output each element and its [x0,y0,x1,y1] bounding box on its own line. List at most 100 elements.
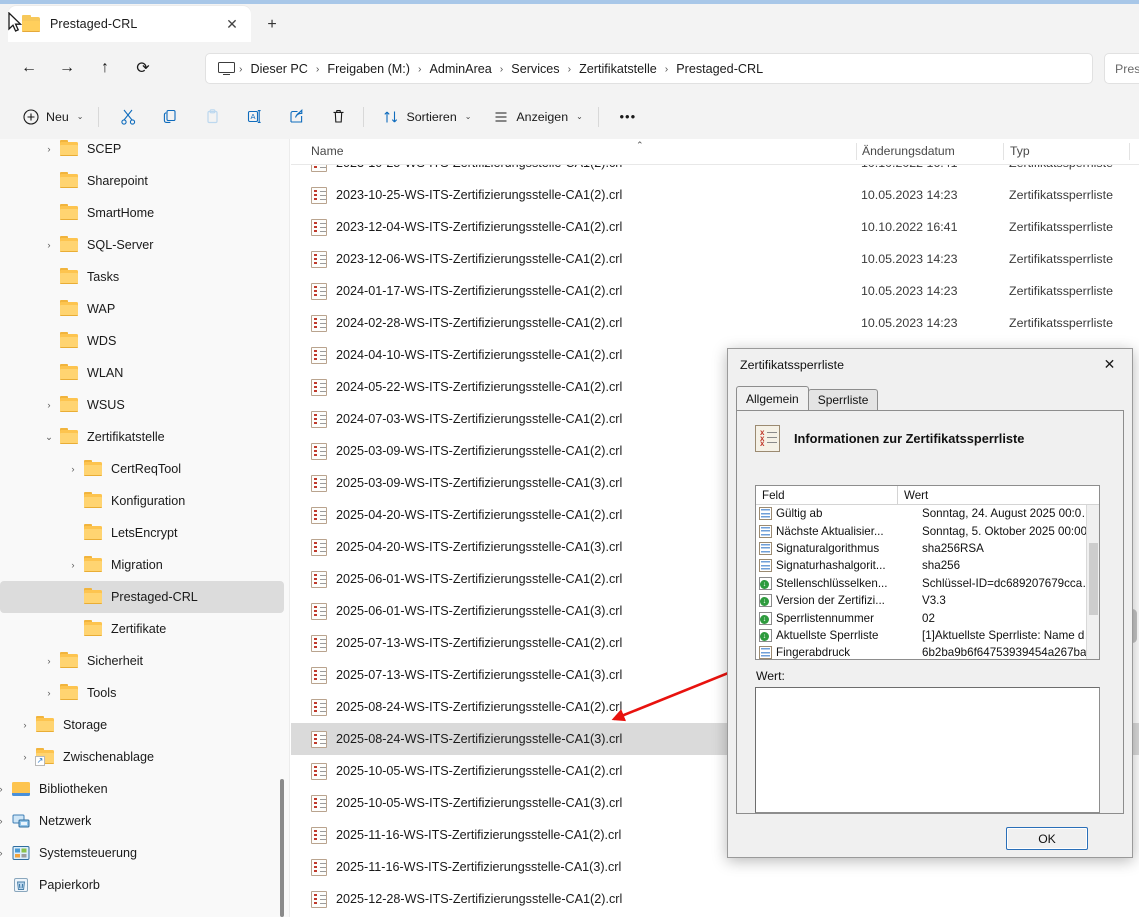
sidebar-item-zertifikate[interactable]: Zertifikate [0,613,284,645]
up-button[interactable]: ↑ [88,51,122,85]
grid-scrollbar[interactable] [1086,505,1099,659]
breadcrumb-item-freigaben[interactable]: Freigaben (M:) [320,59,417,79]
table-row[interactable]: 2024-02-28-WS-ITS-Zertifizierungsstelle-… [291,307,1139,339]
forward-button[interactable]: → [50,51,84,85]
refresh-button[interactable]: ⟳ [126,51,160,85]
dialog-body: Allgemein Sperrliste xxx Informationen z… [728,381,1132,857]
table-row[interactable]: 2023-10-25-WS-ITS-Zertifizierungsstelle-… [291,179,1139,211]
grid-value-cell: [1]Aktuellste Sperrliste: Name des ... [922,628,1099,642]
search-input[interactable]: Prest [1104,53,1139,84]
column-header-name[interactable]: Name [311,144,344,158]
grid-row[interactable]: Fingerabdruck 6b2ba9b6f64753939454a267baf… [756,644,1099,659]
grid-header-wert[interactable]: Wert [898,486,1099,504]
sidebar-item-migration[interactable]: › Migration [0,549,284,581]
grid-header-feld[interactable]: Feld [756,486,898,504]
crl-field-grid[interactable]: Feld Wert Gültig ab Sonntag, 24. August 2… [755,485,1100,660]
chevron-right-icon[interactable]: › [38,688,60,699]
chevron-right-icon[interactable]: › [0,816,12,827]
sidebar-item-wds[interactable]: WDS [0,325,284,357]
sidebar-item-systemsteuerung[interactable]: › Systemsteuerung [0,837,284,869]
sidebar-item-smarthome[interactable]: SmartHome [0,197,284,229]
close-icon[interactable]: ✕ [1087,349,1132,380]
sidebar-item-wsus[interactable]: › WSUS [0,389,284,421]
tab-allgemein[interactable]: Allgemein [736,386,809,410]
sidebar-item-storage[interactable]: › Storage [0,709,284,741]
more-options-button[interactable]: ••• [609,101,647,133]
sidebar-item-scep[interactable]: › SCEP [0,139,284,165]
sidebar-item-tools[interactable]: › Tools [0,677,284,709]
sidebar-item-zwischenablage[interactable]: › ↗ Zwischenablage [0,741,284,773]
sidebar-item-tasks[interactable]: Tasks [0,261,284,293]
sidebar-item-sql-server[interactable]: › SQL-Server [0,229,284,261]
column-divider[interactable] [1129,143,1130,160]
chevron-right-icon[interactable]: › [62,560,84,571]
navigation-pane[interactable]: › SCEP Sharepoint SmartHome › SQL-Server Tasks… [0,139,290,917]
value-textarea[interactable] [755,687,1100,813]
grid-row[interactable]: Signaturalgorithmus sha256RSA [756,540,1099,557]
copy-button[interactable] [151,101,189,133]
sidebar-item-netzwerk[interactable]: › Netzwerk [0,805,284,837]
column-divider[interactable] [1003,143,1004,160]
grid-row[interactable]: ↓ Version der Zertifizi... V3.3 [756,592,1099,609]
sidebar-item-wap[interactable]: WAP [0,293,284,325]
sort-button[interactable]: Sortieren ⌄ [374,101,480,133]
chevron-right-icon[interactable]: › [14,752,36,763]
view-button[interactable]: Anzeigen ⌄ [484,101,591,133]
breadcrumb-item-services[interactable]: Services [504,59,566,79]
sidebar-item-letsencrypt[interactable]: LetsEncrypt [0,517,284,549]
new-tab-button[interactable]: + [259,12,285,38]
column-divider[interactable] [856,143,857,160]
column-header-modified[interactable]: Änderungsdatum [862,144,955,158]
chevron-right-icon[interactable]: › [38,144,60,155]
back-button[interactable]: ← [12,51,46,85]
crl-properties-dialog[interactable]: Zertifikatssperrliste ✕ Allgemein Sperrl… [727,348,1133,858]
chevron-right-icon[interactable]: › [38,656,60,667]
grid-row[interactable]: ↓ Aktuellste Sperrliste [1]Aktuellste Sper… [756,627,1099,644]
cut-button[interactable] [109,101,147,133]
breadcrumb-item-adminarea[interactable]: AdminArea [422,59,498,79]
crl-icon: xxx [755,425,780,452]
chevron-down-icon[interactable]: ⌄ [38,432,60,443]
breadcrumb-item-prestaged-crl[interactable]: Prestaged-CRL [669,59,770,79]
table-row[interactable]: 2024-01-17-WS-ITS-Zertifizierungsstelle-… [291,275,1139,307]
delete-button[interactable] [319,101,357,133]
browser-tab-prestaged-crl[interactable]: Prestaged-CRL ✕ [8,6,251,42]
chevron-right-icon[interactable]: › [62,464,84,475]
column-header-type[interactable]: Typ [1010,144,1030,158]
grid-row[interactable]: ↓ Sperrlistennummer 02 [756,609,1099,626]
table-row[interactable]: 2023-10-25-WS-ITS-Zertifizierungsstelle-… [291,165,1139,179]
sidebar-item-papierkorb[interactable]: Papierkorb [0,869,284,901]
share-button[interactable] [277,101,315,133]
grid-row[interactable]: Signaturhashalgorit... sha256 [756,557,1099,574]
chevron-right-icon[interactable]: › [0,848,12,859]
chevron-right-icon[interactable]: › [38,400,60,411]
sidebar-item-wlan[interactable]: WLAN [0,357,284,389]
crl-file-icon [311,410,327,428]
breadcrumb[interactable]: › Dieser PC › Freigaben (M:) › AdminArea… [205,53,1093,84]
sidebar-item-zertifikatstelle[interactable]: ⌄ Zertifikatstelle [0,421,284,453]
navigation-pane-scrollbar[interactable] [280,779,284,917]
chevron-right-icon[interactable]: › [0,784,12,795]
sidebar-item-certreqtool[interactable]: › CertReqTool [0,453,284,485]
close-icon[interactable]: ✕ [219,11,245,37]
sidebar-item-sharepoint[interactable]: Sharepoint [0,165,284,197]
rename-button[interactable]: A [235,101,273,133]
grid-scrollbar-thumb[interactable] [1089,543,1098,615]
new-button[interactable]: Neu ⌄ [14,101,92,133]
ok-button[interactable]: OK [1006,827,1088,850]
table-row[interactable]: 2023-12-04-WS-ITS-Zertifizierungsstelle-… [291,211,1139,243]
table-row[interactable]: 2025-12-28-WS-ITS-Zertifizierungsstelle-… [291,883,1139,915]
chevron-right-icon[interactable]: › [14,720,36,731]
chevron-right-icon[interactable]: › [38,240,60,251]
sidebar-item-sicherheit[interactable]: › Sicherheit [0,645,284,677]
table-row[interactable]: 2023-12-06-WS-ITS-Zertifizierungsstelle-… [291,243,1139,275]
breadcrumb-item-dieser-pc[interactable]: Dieser PC [244,59,315,79]
grid-row[interactable]: Nächste Aktualisier... Sonntag, 5. Oktobe… [756,522,1099,539]
sidebar-item-prestaged-crl[interactable]: Prestaged-CRL [0,581,284,613]
breadcrumb-item-zertifikatstelle[interactable]: Zertifikatstelle [572,59,664,79]
sidebar-item-bibliotheken[interactable]: › Bibliotheken [0,773,284,805]
grid-row[interactable]: ↓ Stellenschlüsselken... Schlüssel-ID=dc68… [756,575,1099,592]
sidebar-item-konfiguration[interactable]: Konfiguration [0,485,284,517]
grid-row[interactable]: Gültig ab Sonntag, 24. August 2025 00:00:… [756,505,1099,522]
tab-sperrliste[interactable]: Sperrliste [807,389,879,410]
